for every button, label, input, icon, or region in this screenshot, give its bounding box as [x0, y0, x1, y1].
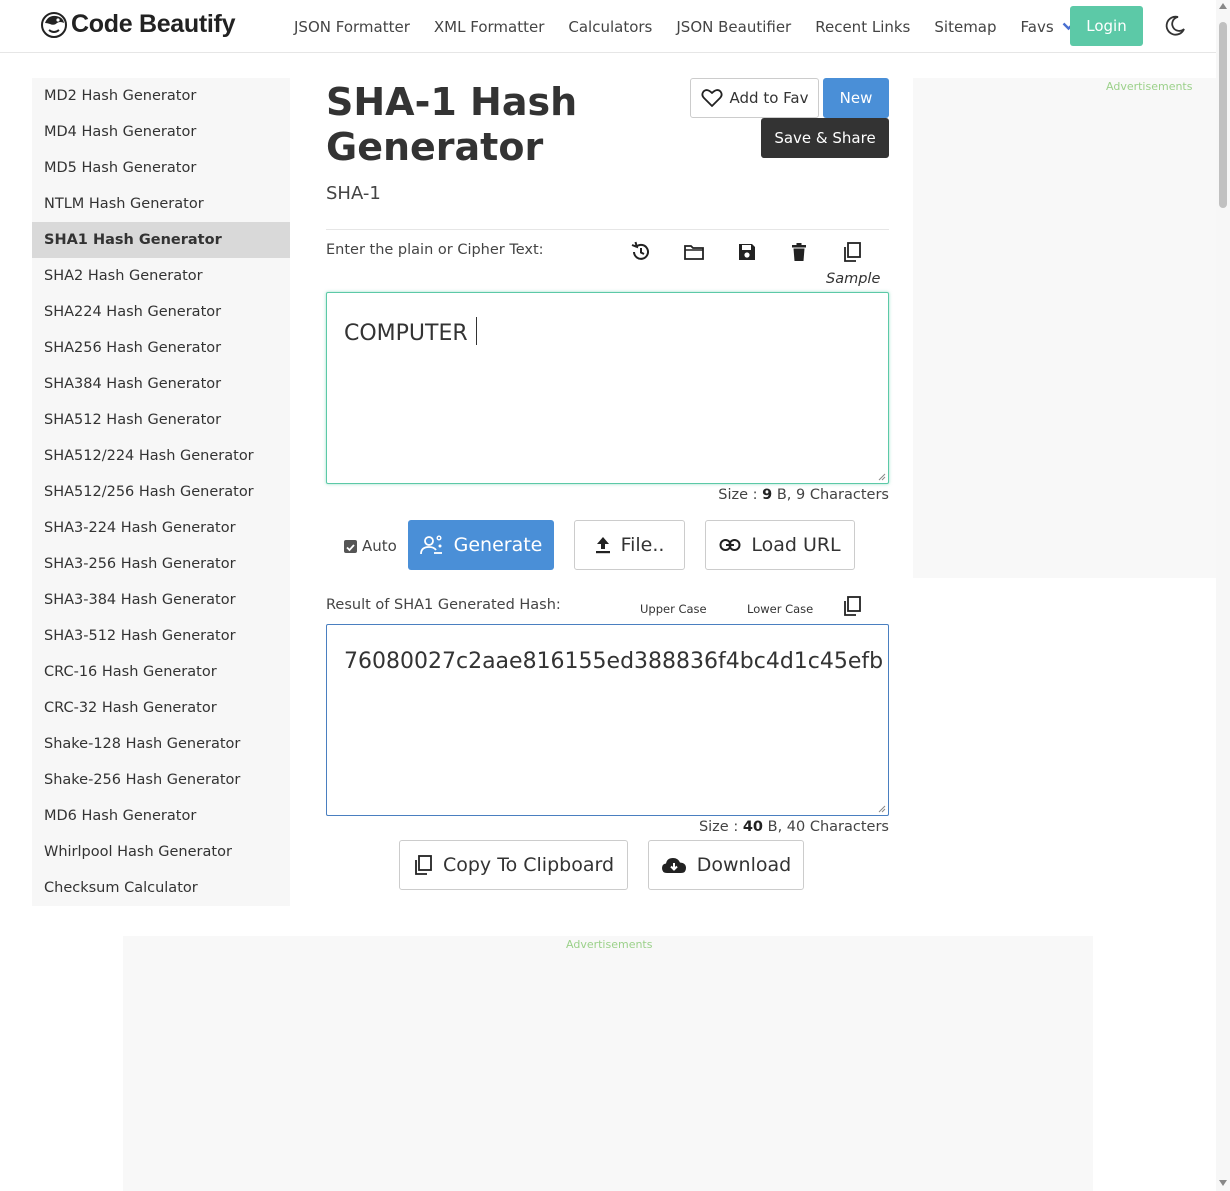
- logo-text: Code Beautify: [71, 10, 236, 38]
- sidebar-item[interactable]: MD6 Hash Generator: [32, 798, 290, 834]
- sidebar-item[interactable]: NTLM Hash Generator: [32, 186, 290, 222]
- nav-json-formatter[interactable]: JSON Formatter: [294, 18, 410, 36]
- copy-result-icon[interactable]: [841, 595, 863, 617]
- lower-case-option[interactable]: Lower Case: [747, 602, 813, 616]
- scroll-thumb[interactable]: [1219, 22, 1227, 208]
- input-label: Enter the plain or Cipher Text:: [326, 242, 544, 258]
- auto-checkbox-box[interactable]: [344, 539, 357, 553]
- hash-output[interactable]: 76080027c2aae816155ed388836f4bc4d1c45efb: [326, 624, 889, 816]
- page-subtitle: SHA-1: [326, 183, 381, 204]
- sidebar: MD2 Hash Generator MD4 Hash Generator MD5 …: [32, 78, 290, 906]
- file-button[interactable]: File..: [574, 520, 685, 570]
- nav-xml-formatter[interactable]: XML Formatter: [434, 18, 544, 36]
- sidebar-item[interactable]: SHA512/256 Hash Generator: [32, 474, 290, 510]
- sidebar-item[interactable]: SHA2 Hash Generator: [32, 258, 290, 294]
- logo[interactable]: Code Beautify: [40, 10, 235, 39]
- output-resize-handle[interactable]: [878, 805, 886, 813]
- sidebar-item[interactable]: SHA224 Hash Generator: [32, 294, 290, 330]
- ad-right: Advertisements: [913, 78, 1216, 578]
- sidebar-item[interactable]: SHA3-224 Hash Generator: [32, 510, 290, 546]
- heart-icon: [700, 89, 723, 107]
- download-button[interactable]: Download: [648, 840, 804, 890]
- scroll-down-arrow[interactable]: [1219, 1180, 1227, 1186]
- input-size-info: Size : 9 B, 9 Characters: [718, 487, 889, 503]
- upper-case-option[interactable]: Upper Case: [640, 602, 707, 616]
- link-icon: [719, 539, 741, 551]
- copy-icon: [415, 855, 432, 875]
- generate-icon: [419, 535, 442, 555]
- copy-to-clipboard-button[interactable]: Copy To Clipboard: [399, 840, 628, 890]
- resize-handle[interactable]: [878, 473, 886, 481]
- folder-icon[interactable]: [683, 241, 705, 263]
- logo-icon: [40, 11, 68, 39]
- sidebar-item[interactable]: MD4 Hash Generator: [32, 114, 290, 150]
- new-button[interactable]: New: [823, 78, 889, 118]
- generate-label: Generate: [453, 534, 543, 556]
- add-to-fav-label: Add to Fav: [729, 89, 809, 107]
- nav-calculators[interactable]: Calculators: [568, 18, 652, 36]
- ad-bottom: Advertisements: [123, 936, 1093, 1191]
- save-share-button[interactable]: Save & Share: [761, 118, 889, 158]
- login-button[interactable]: Login: [1070, 6, 1143, 46]
- sidebar-item[interactable]: CRC-16 Hash Generator: [32, 654, 290, 690]
- plain-text-value: COMPUTER: [344, 317, 477, 346]
- history-icon[interactable]: [630, 241, 652, 263]
- load-url-label: Load URL: [751, 534, 841, 556]
- sidebar-item[interactable]: Shake-128 Hash Generator: [32, 726, 290, 762]
- sidebar-item[interactable]: CRC-32 Hash Generator: [32, 690, 290, 726]
- load-url-button[interactable]: Load URL: [705, 520, 855, 570]
- sidebar-item[interactable]: MD5 Hash Generator: [32, 150, 290, 186]
- top-navbar: Code Beautify JSON Formatter XML Formatt…: [0, 0, 1216, 53]
- sidebar-item[interactable]: SHA3-512 Hash Generator: [32, 618, 290, 654]
- sidebar-item[interactable]: SHA3-256 Hash Generator: [32, 546, 290, 582]
- sidebar-item[interactable]: Checksum Calculator: [32, 870, 290, 906]
- nav-recent-links[interactable]: Recent Links: [815, 18, 910, 36]
- nav-favs[interactable]: Favs: [1021, 18, 1075, 36]
- sidebar-item[interactable]: Whirlpool Hash Generator: [32, 834, 290, 870]
- ad-bottom-label: Advertisements: [566, 938, 653, 951]
- upload-icon: [595, 537, 610, 554]
- download-label: Download: [696, 854, 792, 876]
- cloud-download-icon: [661, 858, 686, 873]
- sidebar-item[interactable]: SHA256 Hash Generator: [32, 330, 290, 366]
- hash-output-value: 76080027c2aae816155ed388836f4bc4d1c45efb: [344, 649, 884, 674]
- auto-checkbox[interactable]: Auto: [344, 537, 397, 555]
- nav-favs-label: Favs: [1020, 17, 1054, 36]
- copy-to-clipboard-label: Copy To Clipboard: [442, 854, 615, 876]
- copy-icon[interactable]: [841, 241, 863, 263]
- save-icon[interactable]: [736, 241, 758, 263]
- text-caret: [475, 317, 477, 345]
- sidebar-item[interactable]: SHA3-384 Hash Generator: [32, 582, 290, 618]
- scroll-up-arrow[interactable]: [1219, 3, 1227, 9]
- generate-button[interactable]: Generate: [408, 520, 554, 570]
- sidebar-item[interactable]: MD2 Hash Generator: [32, 78, 290, 114]
- input-toolbar-divider: [326, 229, 889, 230]
- file-label: File..: [620, 534, 665, 556]
- result-label: Result of SHA1 Generated Hash:: [326, 597, 561, 613]
- sample-link[interactable]: Sample: [826, 271, 880, 287]
- sidebar-item[interactable]: SHA1 Hash Generator: [32, 222, 290, 258]
- nav-sitemap[interactable]: Sitemap: [934, 18, 996, 36]
- add-to-fav-button[interactable]: Add to Fav: [690, 78, 819, 118]
- sidebar-item[interactable]: SHA512 Hash Generator: [32, 402, 290, 438]
- moon-icon[interactable]: [1163, 14, 1187, 42]
- page-scrollbar[interactable]: [1216, 0, 1230, 1191]
- nav-json-beautifier[interactable]: JSON Beautifier: [676, 18, 791, 36]
- ad-right-label: Advertisements: [1106, 80, 1193, 93]
- page-title: SHA-1 Hash Generator: [326, 80, 578, 169]
- sidebar-item[interactable]: Shake-256 Hash Generator: [32, 762, 290, 798]
- main-nav: JSON Formatter XML Formatter Calculators…: [294, 0, 1099, 53]
- output-size-info: Size : 40 B, 40 Characters: [698, 819, 889, 835]
- trash-icon[interactable]: [788, 241, 810, 263]
- sidebar-item[interactable]: SHA384 Hash Generator: [32, 366, 290, 402]
- sidebar-item[interactable]: SHA512/224 Hash Generator: [32, 438, 290, 474]
- auto-label: Auto: [362, 537, 397, 555]
- plain-text-input[interactable]: COMPUTER: [326, 292, 889, 484]
